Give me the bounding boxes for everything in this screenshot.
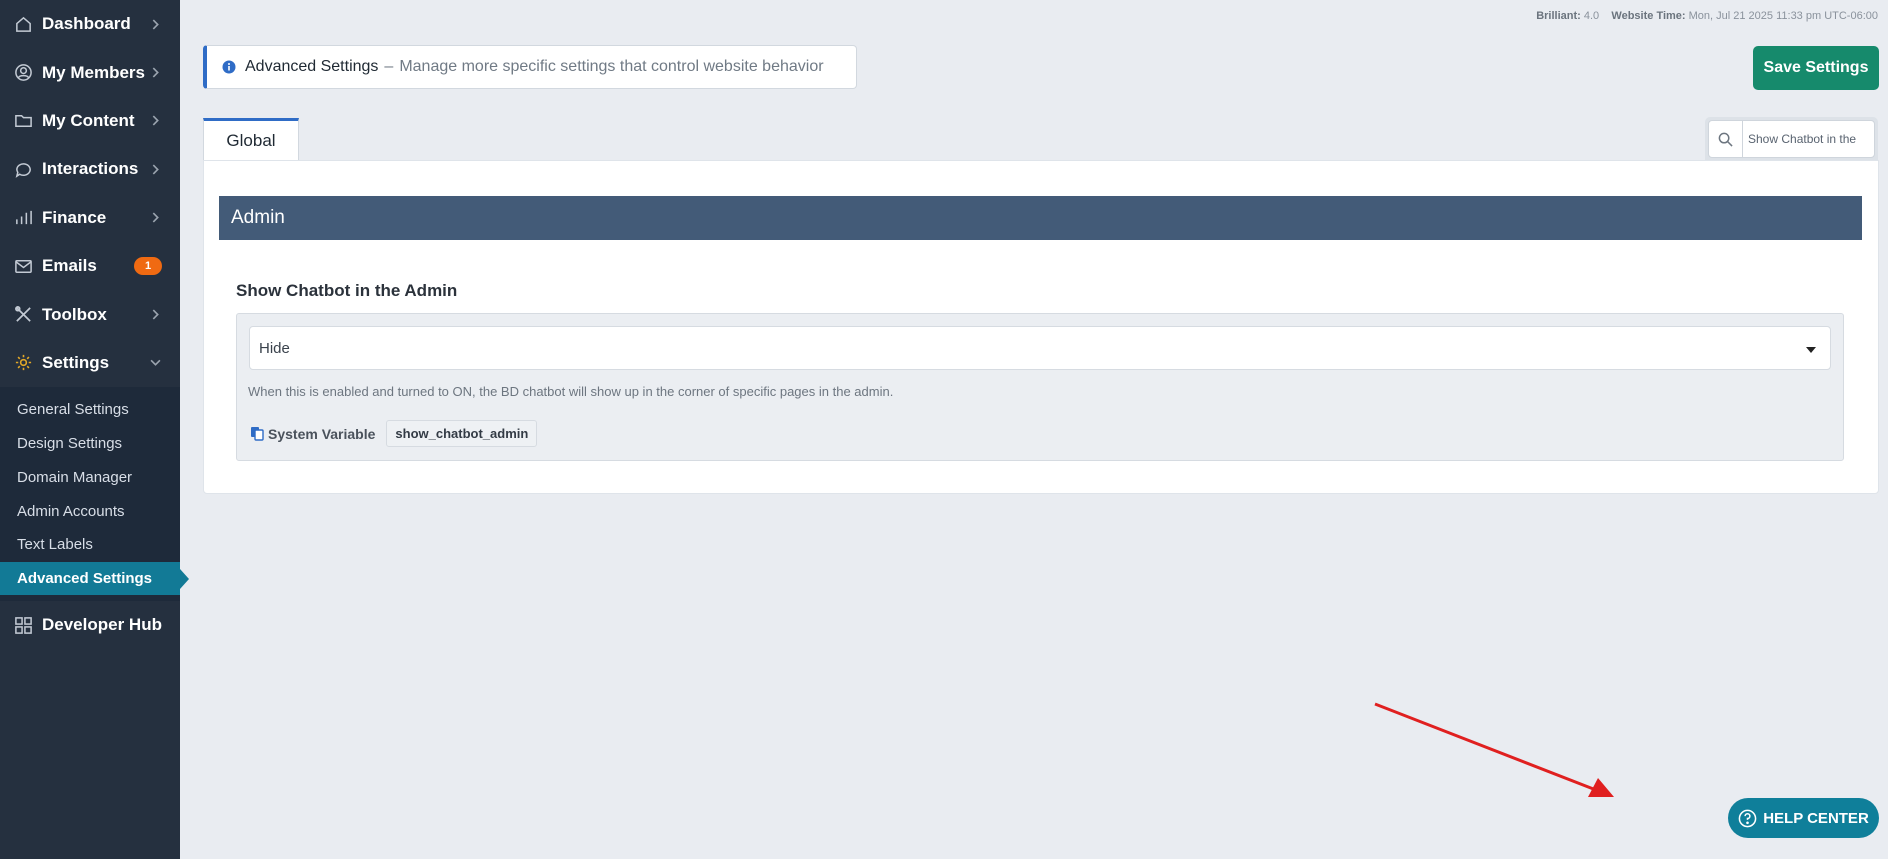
page-title: Advanced Settings [245, 58, 379, 75]
page-header: Advanced Settings – Manage more specific… [203, 45, 857, 89]
tools-icon [13, 305, 33, 325]
help-center-label: HELP CENTER [1763, 809, 1869, 827]
submenu-advanced-settings[interactable]: Advanced Settings [0, 561, 189, 596]
sidebar-item-emails[interactable]: Emails 1 [0, 242, 180, 290]
settings-submenu: General Settings Design Settings Domain … [0, 387, 189, 602]
sidebar-item-interactions[interactable]: Interactions [0, 145, 180, 193]
annotation-arrow [1374, 702, 1614, 797]
save-settings-button[interactable]: Save Settings [1753, 46, 1879, 90]
gear-icon [13, 353, 33, 373]
chevron-down-icon [148, 356, 162, 370]
submenu-admin-accounts[interactable]: Admin Accounts [0, 494, 180, 528]
sidebar-item-finance[interactable]: Finance [0, 194, 180, 242]
sidebar-item-label: Dashboard [42, 14, 131, 34]
copy-icon[interactable] [250, 426, 264, 441]
sidebar-item-developer-hub[interactable]: Developer Hub [0, 601, 180, 649]
setting-card: Hide When this is enabled and turned to … [236, 313, 1844, 461]
bar-chart-icon [13, 208, 33, 228]
envelope-icon [13, 256, 33, 276]
tab-global[interactable]: Global [203, 118, 299, 161]
grid-icon [13, 615, 33, 635]
settings-panel: Admin Show Chatbot in the Admin Hide Whe… [203, 160, 1879, 494]
sidebar-item-my-content[interactable]: My Content [0, 97, 180, 145]
notification-badge: 1 [134, 257, 162, 276]
sidebar-item-label: Finance [42, 207, 107, 227]
sidebar-item-my-members[interactable]: My Members [0, 48, 180, 96]
sidebar-item-label: Interactions [42, 159, 139, 179]
website-time-value: Mon, Jul 21 2025 11:33 pm UTC-06:00 [1688, 10, 1878, 22]
info-icon [222, 60, 236, 74]
version-value: 4.0 [1583, 10, 1600, 22]
sidebar-item-label: Toolbox [42, 304, 107, 324]
question-circle-icon [1738, 809, 1757, 828]
chat-bubble-icon [13, 159, 33, 179]
sidebar-item-label: Emails [42, 256, 97, 276]
select-value: Hide [259, 339, 290, 357]
search-input[interactable] [1743, 132, 1868, 146]
site-meta: Brilliant: 4.0 Website Time: Mon, Jul 21… [1536, 10, 1878, 22]
sidebar-item-dashboard[interactable]: Dashboard [0, 0, 180, 48]
home-icon [13, 14, 33, 34]
submenu-design-settings[interactable]: Design Settings [0, 427, 180, 461]
folder-icon [13, 111, 33, 131]
chatbot-visibility-select[interactable]: Hide [249, 326, 1831, 370]
version-label: Brilliant: [1536, 10, 1581, 22]
chevron-right-icon [148, 17, 162, 31]
header-separator: – [384, 58, 394, 75]
settings-search [1705, 117, 1878, 161]
website-time-label: Website Time: [1611, 10, 1686, 22]
sidebar-item-label: Settings [42, 352, 110, 372]
search-icon [1709, 120, 1743, 158]
chevron-right-icon [148, 114, 162, 128]
sidebar-item-toolbox[interactable]: Toolbox [0, 290, 180, 338]
system-variable-label: System Variable [268, 425, 376, 442]
setting-help-text: When this is enabled and turned to ON, t… [248, 384, 894, 399]
sidebar-item-settings[interactable]: Settings [0, 339, 180, 387]
caret-down-icon [1806, 340, 1816, 357]
chevron-right-icon [148, 211, 162, 225]
sidebar-item-label: Developer Hub [42, 615, 162, 635]
section-header-admin: Admin [219, 196, 1862, 240]
chevron-right-icon [148, 308, 162, 322]
system-variable-value[interactable]: show_chatbot_admin [386, 420, 538, 447]
sidebar: Dashboard My Members My Content Interact… [0, 0, 189, 859]
help-center-button[interactable]: HELP CENTER [1728, 798, 1879, 838]
search-box [1708, 120, 1875, 158]
sidebar-item-label: My Content [42, 110, 135, 130]
submenu-text-labels[interactable]: Text Labels [0, 528, 180, 562]
sidebar-item-label: My Members [42, 62, 145, 82]
submenu-general-settings[interactable]: General Settings [0, 393, 180, 427]
chevron-right-icon [148, 162, 162, 176]
page-description: Manage more specific settings that contr… [399, 58, 824, 75]
chevron-right-icon [148, 66, 162, 80]
submenu-domain-manager[interactable]: Domain Manager [0, 461, 180, 495]
setting-title: Show Chatbot in the Admin [236, 281, 458, 300]
user-circle-icon [13, 63, 33, 83]
system-variable: System Variable show_chatbot_admin [250, 420, 538, 447]
